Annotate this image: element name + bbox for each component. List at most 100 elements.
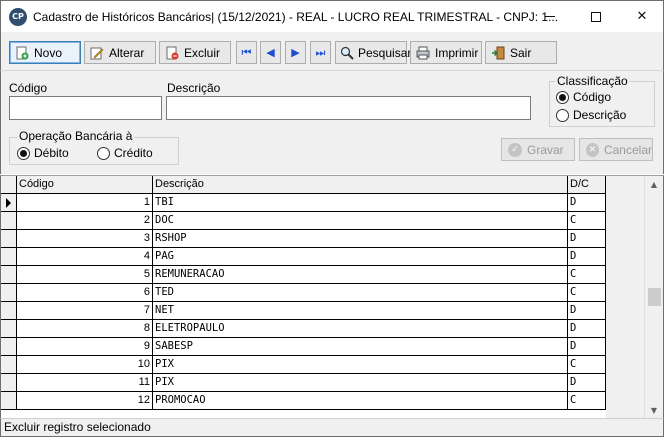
cell-codigo[interactable]: 4 bbox=[17, 248, 153, 266]
cell-dc[interactable]: C bbox=[568, 212, 606, 230]
cell-codigo[interactable]: 8 bbox=[17, 320, 153, 338]
cell-dc[interactable]: C bbox=[568, 356, 606, 374]
cell-dc[interactable]: D bbox=[568, 302, 606, 320]
cell-descricao[interactable]: PROMOCAO bbox=[153, 392, 568, 410]
operacao-credito-option[interactable]: Crédito bbox=[97, 146, 153, 160]
cell-dc[interactable]: C bbox=[568, 266, 606, 284]
scroll-thumb[interactable] bbox=[648, 288, 661, 306]
minimize-button[interactable] bbox=[527, 1, 573, 32]
operacao-debito-option[interactable]: Débito bbox=[17, 146, 69, 160]
cell-descricao[interactable]: SABESP bbox=[153, 338, 568, 356]
classificacao-codigo-label: Código bbox=[573, 90, 612, 104]
sair-button[interactable]: Sair bbox=[485, 41, 557, 64]
close-button[interactable]: ✕ bbox=[619, 1, 664, 32]
vertical-scrollbar[interactable]: ▲ ▼ bbox=[644, 176, 663, 418]
cell-descricao[interactable]: TBI bbox=[153, 194, 568, 212]
cell-dc[interactable]: C bbox=[568, 392, 606, 410]
historicos-grid[interactable]: Código Descrição D/C 1 TBI D 2 DOC C 3 RSHOP D 4 P… bbox=[0, 175, 664, 418]
radio-selected-icon bbox=[556, 90, 569, 104]
row-indicator bbox=[1, 320, 17, 338]
table-row[interactable]: 11 PIX D bbox=[1, 374, 606, 392]
next-record-button[interactable]: ▶ bbox=[285, 41, 306, 64]
cell-codigo[interactable]: 10 bbox=[17, 356, 153, 374]
cell-dc[interactable]: D bbox=[568, 320, 606, 338]
classificacao-descricao-option[interactable]: Descrição bbox=[556, 108, 626, 122]
table-row[interactable]: 3 RSHOP D bbox=[1, 230, 606, 248]
previous-record-button[interactable]: ◀ bbox=[260, 41, 281, 64]
cell-descricao[interactable]: NET bbox=[153, 302, 568, 320]
table-row[interactable]: 4 PAG D bbox=[1, 248, 606, 266]
sair-label: Sair bbox=[510, 45, 532, 60]
cell-codigo[interactable]: 3 bbox=[17, 230, 153, 248]
status-text: Excluir registro selecionado bbox=[4, 420, 151, 434]
cell-dc[interactable]: D bbox=[568, 194, 606, 212]
column-header-dc[interactable]: D/C bbox=[568, 176, 606, 194]
cell-descricao[interactable]: PIX bbox=[153, 356, 568, 374]
cell-dc[interactable]: D bbox=[568, 230, 606, 248]
app-logo-icon: CP bbox=[9, 8, 27, 26]
grid-header-indicator bbox=[1, 176, 17, 194]
new-document-icon bbox=[14, 45, 30, 61]
cell-descricao[interactable]: DOC bbox=[153, 212, 568, 230]
codigo-label: Código bbox=[9, 81, 48, 95]
cell-descricao[interactable]: PAG bbox=[153, 248, 568, 266]
cell-dc[interactable]: C bbox=[568, 284, 606, 302]
table-row[interactable]: 6 TED C bbox=[1, 284, 606, 302]
cell-codigo[interactable]: 2 bbox=[17, 212, 153, 230]
table-row[interactable]: 1 TBI D bbox=[1, 194, 606, 212]
cell-codigo[interactable]: 5 bbox=[17, 266, 153, 284]
cancelar-button[interactable]: ✕ Cancelar bbox=[579, 138, 653, 161]
cell-codigo[interactable]: 1 bbox=[17, 194, 153, 212]
cell-codigo[interactable]: 7 bbox=[17, 302, 153, 320]
status-bar: Excluir registro selecionado bbox=[0, 418, 664, 437]
cell-descricao[interactable]: RSHOP bbox=[153, 230, 568, 248]
imprimir-button[interactable]: Imprimir bbox=[410, 41, 482, 64]
row-indicator bbox=[1, 302, 17, 320]
column-header-codigo[interactable]: Código bbox=[17, 176, 153, 194]
table-row[interactable]: 9 SABESP D bbox=[1, 338, 606, 356]
operacao-title: Operação Bancária à bbox=[17, 129, 135, 143]
row-indicator bbox=[1, 374, 17, 392]
table-row[interactable]: 12 PROMOCAO C bbox=[1, 392, 606, 410]
classificacao-descricao-label: Descrição bbox=[573, 108, 627, 122]
cell-dc[interactable]: D bbox=[568, 374, 606, 392]
table-row[interactable]: 7 NET D bbox=[1, 302, 606, 320]
column-header-descricao[interactable]: Descrição bbox=[153, 176, 568, 194]
alterar-button[interactable]: Alterar bbox=[84, 41, 156, 64]
classificacao-codigo-option[interactable]: Código bbox=[556, 90, 611, 104]
table-row[interactable]: 5 REMUNERACAO C bbox=[1, 266, 606, 284]
scroll-up-arrow-icon[interactable]: ▲ bbox=[645, 176, 663, 193]
novo-button[interactable]: Novo bbox=[9, 41, 81, 64]
row-indicator bbox=[1, 212, 17, 230]
cell-descricao[interactable]: TED bbox=[153, 284, 568, 302]
radio-unselected-icon bbox=[97, 146, 110, 160]
row-indicator bbox=[1, 392, 17, 410]
alterar-label: Alterar bbox=[109, 45, 145, 60]
table-row[interactable]: 10 PIX C bbox=[1, 356, 606, 374]
close-icon: ✕ bbox=[636, 9, 648, 24]
cell-codigo[interactable]: 11 bbox=[17, 374, 153, 392]
cell-descricao[interactable]: PIX bbox=[153, 374, 568, 392]
first-record-button[interactable]: ⏮ bbox=[236, 41, 257, 64]
codigo-input[interactable] bbox=[9, 96, 162, 120]
scroll-down-arrow-icon[interactable]: ▼ bbox=[645, 402, 663, 418]
table-row[interactable]: 8 ELETROPAULO D bbox=[1, 320, 606, 338]
table-row[interactable]: 2 DOC C bbox=[1, 212, 606, 230]
pesquisar-button[interactable]: Pesquisar bbox=[335, 41, 411, 64]
descricao-input[interactable] bbox=[166, 96, 531, 120]
cell-dc[interactable]: D bbox=[568, 338, 606, 356]
gravar-button[interactable]: ✓ Gravar bbox=[501, 138, 575, 161]
cell-dc[interactable]: D bbox=[568, 248, 606, 266]
gravar-label: Gravar bbox=[527, 142, 564, 157]
cell-codigo[interactable]: 12 bbox=[17, 392, 153, 410]
cell-codigo[interactable]: 6 bbox=[17, 284, 153, 302]
maximize-button[interactable] bbox=[573, 1, 619, 32]
search-icon bbox=[340, 45, 354, 61]
cell-descricao[interactable]: REMUNERACAO bbox=[153, 266, 568, 284]
row-indicator bbox=[1, 194, 17, 212]
excluir-button[interactable]: Excluir bbox=[159, 41, 231, 64]
last-record-button[interactable]: ⏭ bbox=[310, 41, 331, 64]
printer-icon bbox=[415, 45, 431, 61]
cell-descricao[interactable]: ELETROPAULO bbox=[153, 320, 568, 338]
cell-codigo[interactable]: 9 bbox=[17, 338, 153, 356]
